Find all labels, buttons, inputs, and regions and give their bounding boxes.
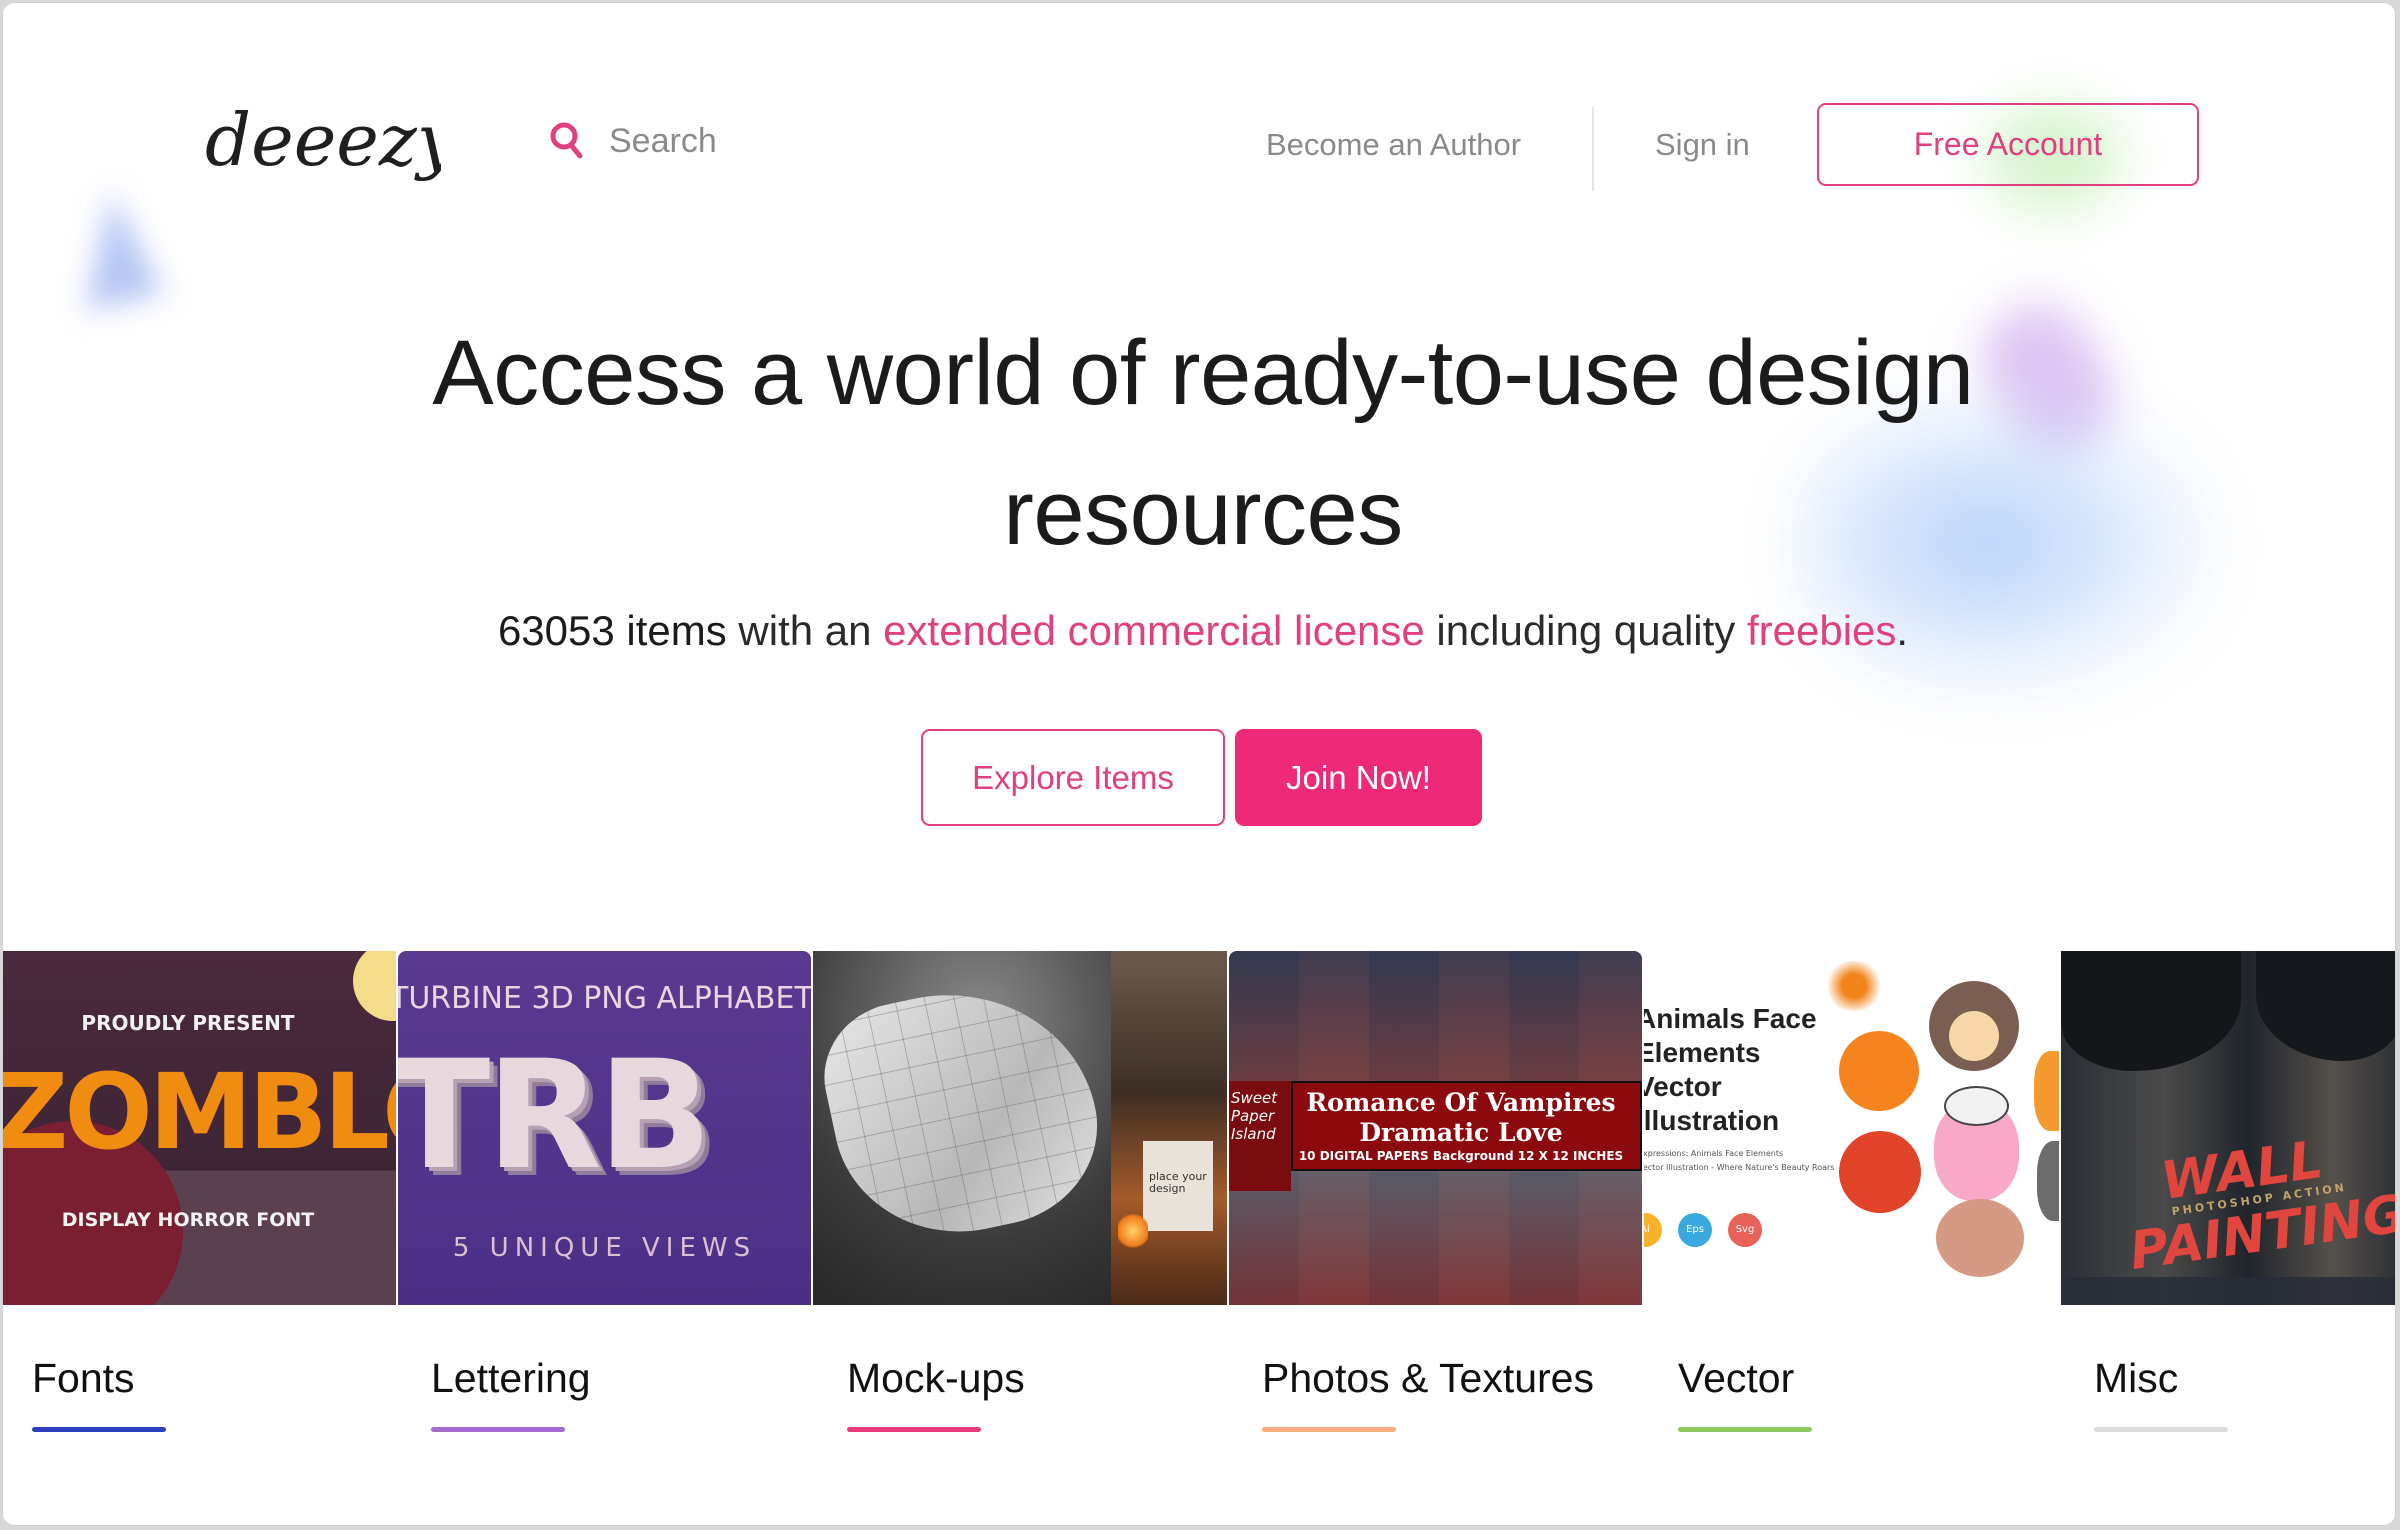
thumb-text: Animals Face (1644, 1003, 1817, 1034)
search-icon (550, 122, 583, 159)
category-link-fonts[interactable]: Fonts (32, 1355, 135, 1402)
category-underline (1262, 1427, 1396, 1432)
category-underline (32, 1427, 166, 1432)
thumb-text: 10 DIGITAL PAPERS Background 12 X 12 INC… (1298, 1149, 1624, 1163)
thumb-text: ZOMBLO (3, 1051, 396, 1173)
hero-subtitle: 63053 items with an extended commercial … (3, 607, 2395, 655)
freebies-link[interactable]: freebies (1747, 607, 1896, 654)
decorative-blob (62, 185, 164, 311)
thumb-text: Illustration (1644, 1105, 1780, 1136)
red-panda-face-icon (1839, 1131, 1921, 1213)
hero-title-line-2: resources (1003, 462, 1403, 564)
thumbnail-image: WALL PHOTOSHOP ACTION PAINTING (2061, 951, 2395, 1305)
category-card-fonts[interactable]: PROUDLY PRESENT ZOMBLO DISPLAY HORROR FO… (3, 951, 396, 1305)
explore-items-button[interactable]: Explore Items (921, 729, 1225, 826)
tiger-face-icon (1839, 1031, 1919, 1111)
thumb-text: Romance Of Vampires (1306, 1088, 1616, 1117)
browser-viewport: deeezy Become an Author Sign in Free Acc… (2, 2, 2396, 1526)
become-author-link[interactable]: Become an Author (1266, 127, 1521, 163)
sign-in-link[interactable]: Sign in (1655, 127, 1750, 163)
thumb-text: Vector (1644, 1071, 1722, 1102)
extended-license-link[interactable]: extended commercial license (883, 607, 1425, 654)
category-underline (1678, 1427, 1812, 1432)
thumb-text: place your design (1149, 1170, 1207, 1195)
category-underline (431, 1427, 565, 1432)
koala-face-icon (1936, 1199, 2024, 1277)
thumb-text: Expressions: Animals Face Elements (1644, 1149, 1784, 1158)
file-format-badge: Svg (1728, 1213, 1762, 1247)
thumb-text: Dramatic Love (1359, 1118, 1563, 1147)
thumbnail-image: place your design (813, 951, 1227, 1305)
search-bar[interactable] (549, 121, 869, 161)
thumb-text: Sweet Paper Island (1231, 1089, 1278, 1143)
thumb-text: TRB (398, 1029, 712, 1203)
category-card-mockups[interactable]: place your design (813, 951, 1227, 1305)
category-card-misc[interactable]: WALL PHOTOSHOP ACTION PAINTING (2061, 951, 2395, 1305)
category-link-photos-textures[interactable]: Photos & Textures (1262, 1355, 1594, 1402)
join-now-button[interactable]: Join Now! (1235, 729, 1482, 826)
free-account-button[interactable]: Free Account (1817, 103, 2199, 186)
thumbnail-image: Animals Face Elements Vector Illustratio… (1644, 951, 2059, 1305)
category-link-mockups[interactable]: Mock-ups (847, 1355, 1025, 1402)
thumbnail-image: PROUDLY PRESENT ZOMBLO DISPLAY HORROR FO… (3, 951, 396, 1305)
thumbnail-image: TURBINE 3D PNG ALPHABET TRB 5 UNIQUE VIE… (398, 951, 811, 1305)
thumb-text: DISPLAY HORROR FONT (61, 1209, 315, 1231)
category-underline (847, 1427, 981, 1432)
category-link-misc[interactable]: Misc (2094, 1355, 2178, 1402)
file-format-badge: Ai (1644, 1213, 1662, 1247)
category-link-vector[interactable]: Vector (1678, 1355, 1794, 1402)
file-format-badge: Eps (1678, 1213, 1712, 1247)
subtitle-period: . (1896, 607, 1909, 654)
thumb-text: Elements (1644, 1037, 1761, 1068)
subtitle-text: including quality (1424, 607, 1747, 654)
category-card-vector[interactable]: Animals Face Elements Vector Illustratio… (1644, 951, 2059, 1305)
item-count: 63053 items (497, 607, 727, 654)
hero-title-line-1: Access a world of ready-to-use design (432, 322, 1974, 424)
search-input[interactable] (609, 121, 869, 161)
category-card-lettering[interactable]: TURBINE 3D PNG ALPHABET TRB 5 UNIQUE VIE… (398, 951, 811, 1305)
thumbnail-image: Sweet Paper Island Romance Of Vampires D… (1229, 951, 1642, 1305)
category-link-lettering[interactable]: Lettering (431, 1355, 591, 1402)
site-logo[interactable]: deeezy (201, 95, 459, 205)
thumb-text: 5 UNIQUE VIEWS (452, 1233, 757, 1263)
category-card-photos-textures[interactable]: Sweet Paper Island Romance Of Vampires D… (1229, 951, 1642, 1305)
hero-title: Access a world of ready-to-use design re… (3, 303, 2395, 583)
category-underline (2094, 1427, 2228, 1432)
thumb-text: Vector Illustration - Where Nature's Bea… (1644, 1163, 1835, 1172)
thumb-text: PROUDLY PRESENT (81, 1011, 295, 1035)
logo-text: deeezy (205, 98, 441, 182)
subtitle-text: with an (726, 607, 884, 654)
deeezy-logo-icon: deeezy (205, 98, 459, 182)
nav-divider (1592, 107, 1594, 191)
thumb-text: TURBINE 3D PNG ALPHABET (398, 981, 811, 1016)
